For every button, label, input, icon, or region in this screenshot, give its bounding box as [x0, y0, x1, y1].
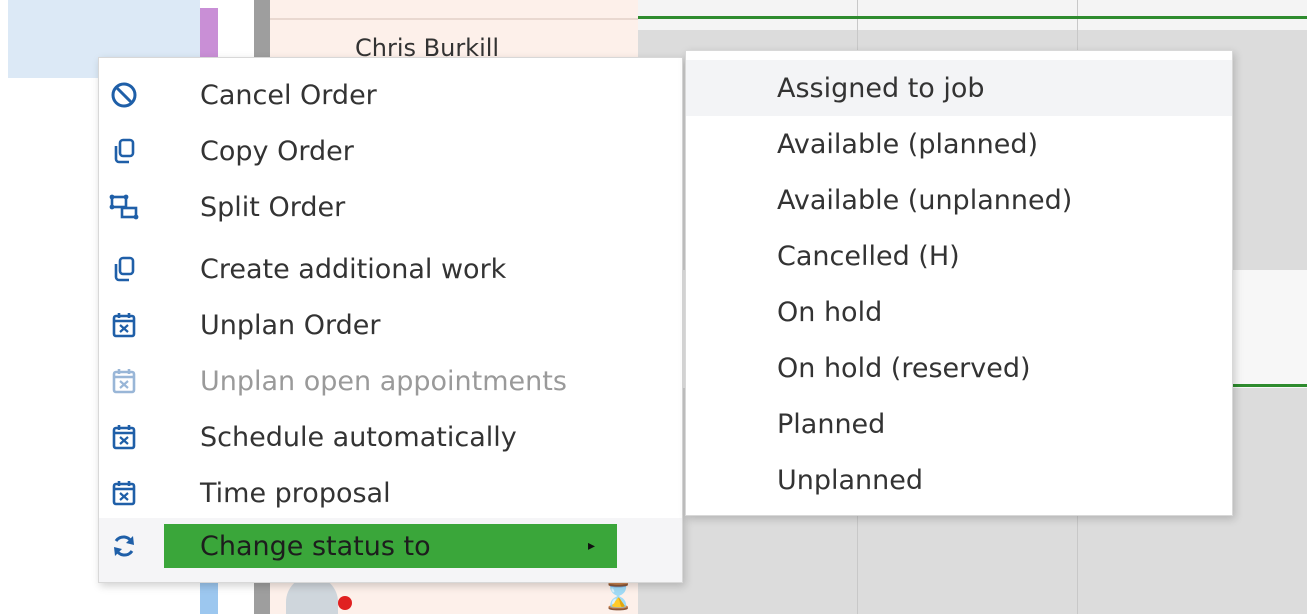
- menu-item-label: Create additional work: [200, 253, 507, 285]
- copy-icon: [109, 136, 139, 166]
- menu-item-label: Unplan Order: [200, 309, 381, 341]
- status-dot-icon: [338, 596, 352, 610]
- split-icon: [109, 192, 139, 222]
- submenu-arrow-icon: ▸: [588, 538, 596, 554]
- status-option-planned[interactable]: Planned: [686, 396, 1232, 452]
- status-option-cancelled-h[interactable]: Cancelled (H): [686, 228, 1232, 284]
- order-card-divider: [270, 18, 638, 20]
- schedule-timeline-bar: [638, 16, 1307, 19]
- calendar-x-icon: [109, 310, 139, 340]
- menu-item-label: Change status to: [200, 530, 431, 562]
- order-context-menu: Cancel Order Copy Order Split Order Crea…: [98, 57, 683, 583]
- menu-item-change-status[interactable]: Change status to ▸: [99, 518, 682, 574]
- menu-item-create-additional-work[interactable]: Create additional work: [99, 241, 682, 297]
- calendar-x-icon: [109, 366, 139, 396]
- menu-item-label: Time proposal: [200, 477, 391, 509]
- menu-item-cancel-order[interactable]: Cancel Order: [99, 67, 682, 123]
- menu-item-split-order[interactable]: Split Order: [99, 179, 682, 235]
- status-option-label: Available (unplanned): [777, 184, 1073, 216]
- schedule-grid-header: [638, 0, 1307, 30]
- status-option-on-hold[interactable]: On hold: [686, 284, 1232, 340]
- copy-icon: [109, 254, 139, 284]
- status-option-on-hold-reserved[interactable]: On hold (reserved): [686, 340, 1232, 396]
- status-option-label: Unplanned: [777, 464, 924, 496]
- status-option-label: On hold: [777, 296, 883, 328]
- status-option-label: On hold (reserved): [777, 352, 1031, 384]
- status-option-available-planned[interactable]: Available (planned): [686, 116, 1232, 172]
- refresh-icon: [109, 531, 139, 561]
- status-option-label: Planned: [777, 408, 886, 440]
- menu-item-copy-order[interactable]: Copy Order: [99, 123, 682, 179]
- status-option-label: Available (planned): [777, 128, 1039, 160]
- status-option-assigned-to-job[interactable]: Assigned to job: [686, 60, 1232, 116]
- status-option-available-unplanned[interactable]: Available (unplanned): [686, 172, 1232, 228]
- menu-item-unplan-order[interactable]: Unplan Order: [99, 297, 682, 353]
- menu-item-label: Schedule automatically: [200, 421, 517, 453]
- calendar-x-icon: [109, 478, 139, 508]
- menu-item-label: Copy Order: [200, 135, 354, 167]
- menu-item-unplan-open-appointments: Unplan open appointments: [99, 353, 682, 409]
- cancel-icon: [109, 80, 139, 110]
- status-option-unplanned[interactable]: Unplanned: [686, 452, 1232, 508]
- status-option-label: Cancelled (H): [777, 240, 960, 272]
- menu-item-label: Cancel Order: [200, 79, 377, 111]
- schedule-timeline-bar: [1230, 384, 1307, 387]
- menu-item-label: Split Order: [200, 191, 346, 223]
- menu-item-time-proposal[interactable]: Time proposal: [99, 465, 682, 521]
- status-option-label: Assigned to job: [777, 72, 985, 104]
- status-submenu: Assigned to job Available (planned) Avai…: [685, 50, 1233, 516]
- calendar-x-icon: [109, 422, 139, 452]
- hourglass-icon: ⌛: [602, 582, 635, 612]
- menu-item-schedule-automatically[interactable]: Schedule automatically: [99, 409, 682, 465]
- menu-item-label: Unplan open appointments: [200, 365, 567, 397]
